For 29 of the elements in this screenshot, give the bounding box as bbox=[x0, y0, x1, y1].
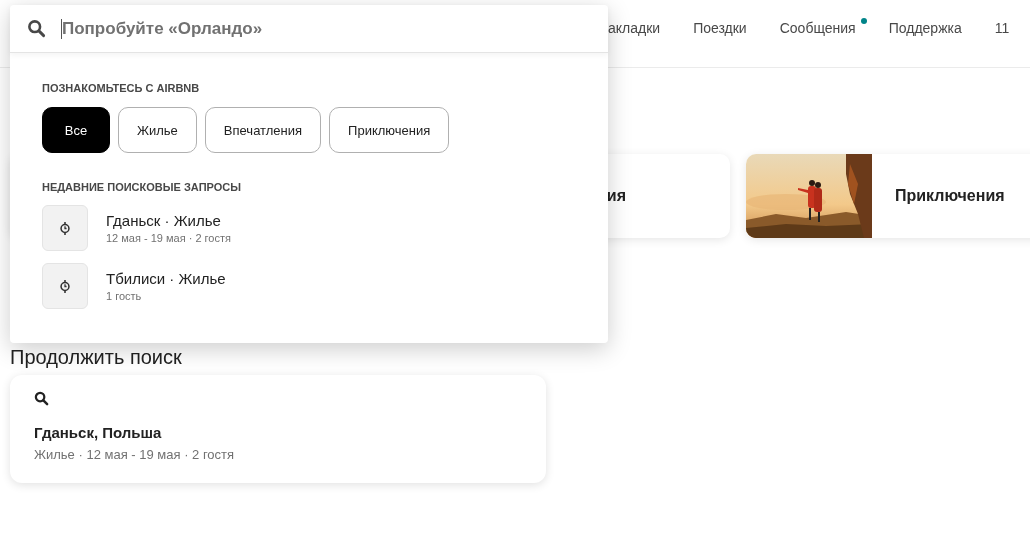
recent-search-details: 1 гость bbox=[106, 290, 143, 302]
stopwatch-icon bbox=[59, 220, 71, 236]
history-icon-tile[interactable] bbox=[42, 205, 88, 251]
section-heading: Продолжить поиск bbox=[10, 345, 183, 369]
nav-link[interactable]: 11 bbox=[994, 19, 1010, 36]
filter-chip[interactable]: Все bbox=[42, 107, 110, 153]
nav-link[interactable]: Сообщения bbox=[779, 19, 856, 36]
filter-chip[interactable]: Впечатления bbox=[204, 107, 322, 153]
search-details: Жилье · 12 мая - 19 мая · 2 гостя bbox=[34, 447, 236, 462]
search-icon bbox=[34, 391, 49, 406]
filter-chip[interactable]: Приключения bbox=[329, 107, 450, 153]
category-card[interactable]: Приключения bbox=[746, 154, 1030, 238]
nav-link[interactable]: акладки bbox=[608, 19, 661, 36]
category-label: ия bbox=[606, 187, 626, 205]
section-heading: ПОЗНАКОМЬТЕСЬ С AIRBNB bbox=[42, 82, 201, 94]
history-icon-tile[interactable] bbox=[42, 263, 88, 309]
nav-link[interactable]: Поездки bbox=[693, 19, 747, 36]
recent-search-card[interactable]: Гданьск, Польша Жилье · 12 мая - 19 мая · 2 гостя bbox=[10, 375, 546, 483]
recent-search-title[interactable]: Гданьск · Жилье bbox=[106, 212, 231, 229]
filter-chip[interactable]: Жилье bbox=[118, 107, 197, 153]
nav-link[interactable]: Поддержка bbox=[888, 19, 962, 36]
recent-search-title[interactable]: Тбилиси · Жилье bbox=[106, 270, 226, 287]
stopwatch-icon bbox=[59, 278, 71, 294]
section-heading: НЕДАВНИЕ ПОИСКОВЫЕ ЗАПРОСЫ bbox=[42, 181, 242, 193]
search-icon bbox=[27, 19, 46, 38]
search-title: Гданьск, Польша bbox=[34, 424, 163, 441]
category-label: Приключения bbox=[895, 187, 1005, 205]
recent-search-details: 12 мая - 19 мая · 2 гостя bbox=[106, 232, 231, 244]
search-field[interactable]: Попробуйте «Орландо» bbox=[61, 18, 562, 39]
